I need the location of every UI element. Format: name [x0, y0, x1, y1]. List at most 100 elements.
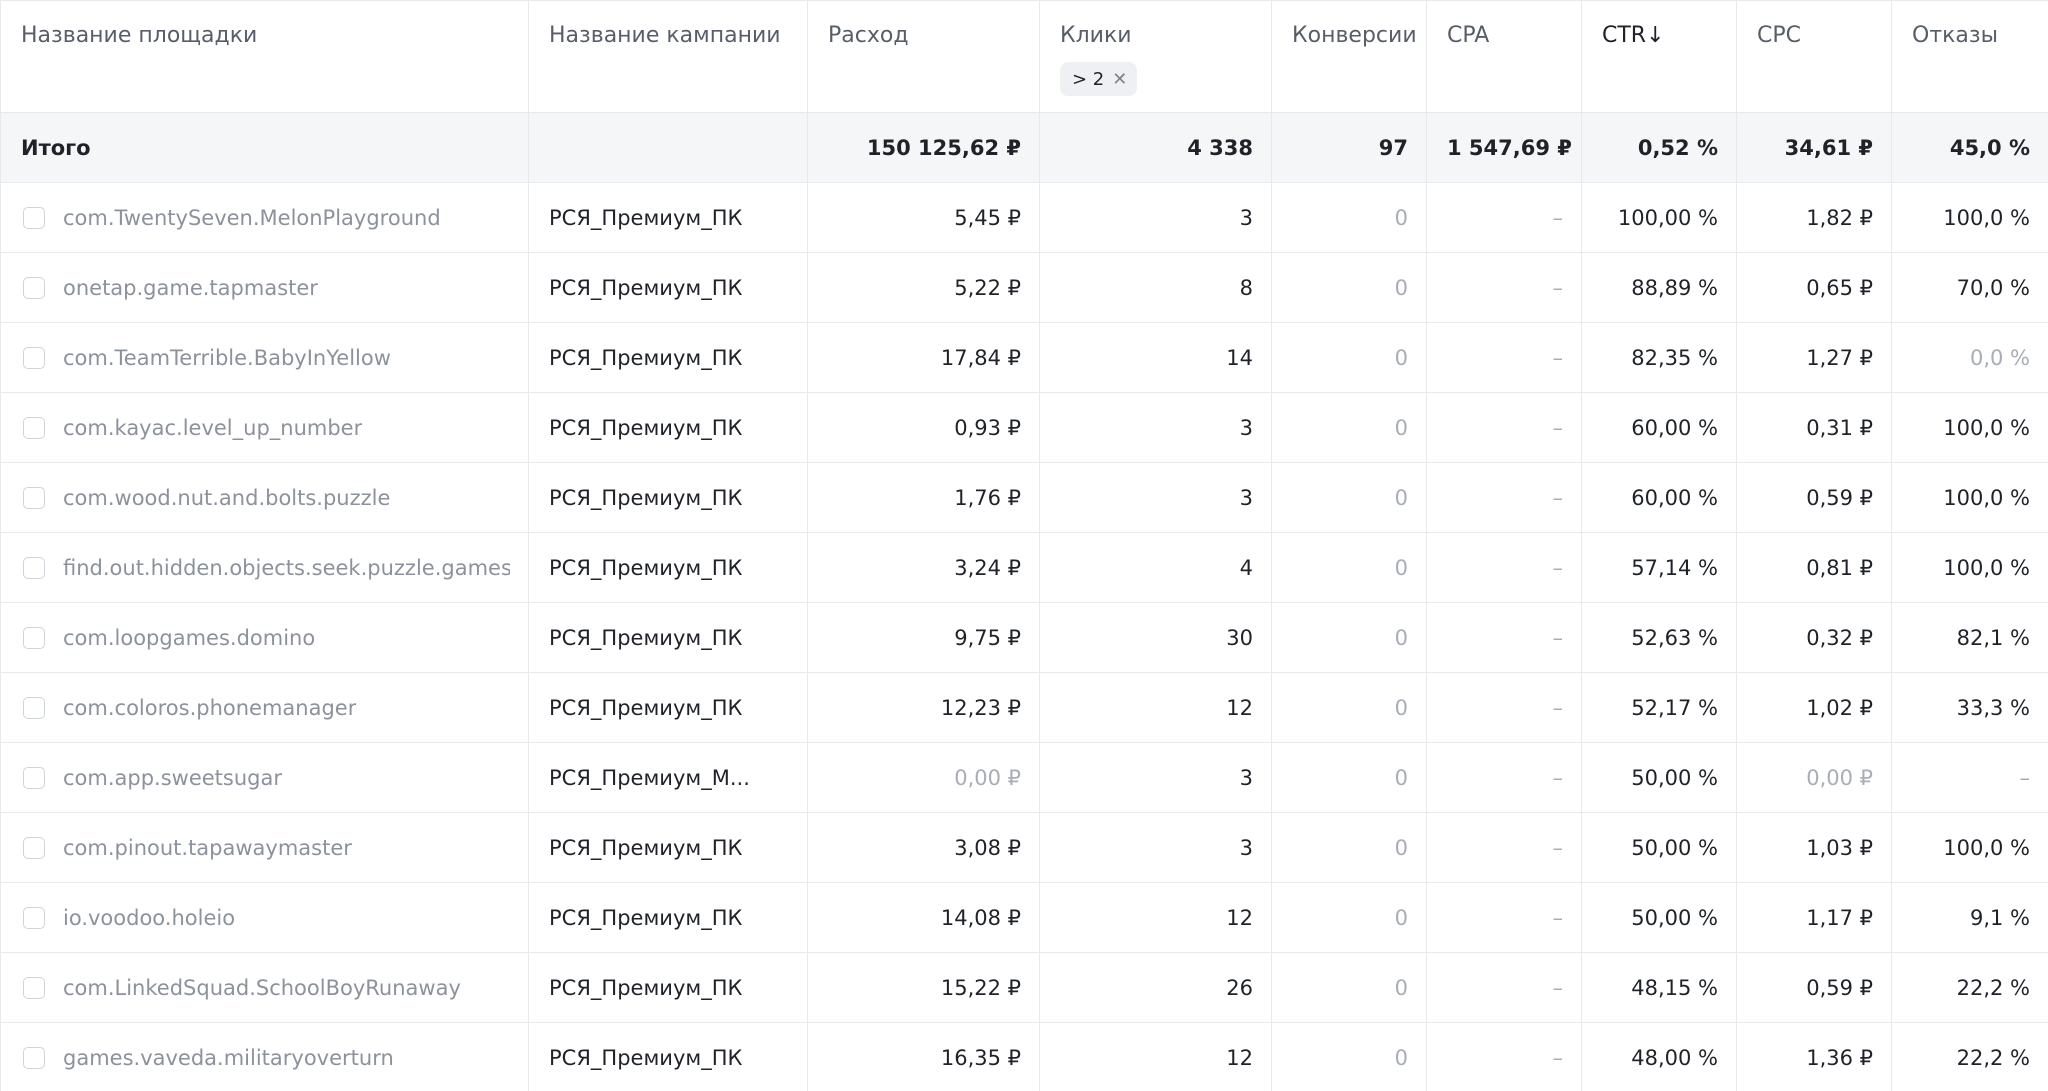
site-name[interactable]: com.kayac.level_up_number: [63, 416, 362, 440]
cpc-cell: 0,59 ₽: [1736, 462, 1892, 533]
bounce-cell: 22,2 %: [1891, 952, 2048, 1023]
cpa-cell: –: [1426, 882, 1582, 953]
site-name[interactable]: com.pinout.tapawaymaster: [63, 836, 352, 860]
conversions-cell: 0: [1271, 392, 1427, 463]
campaign-cell: РСЯ_Премиум_М...: [528, 742, 808, 813]
cost-cell: 12,23 ₽: [807, 672, 1040, 743]
campaign-cell: РСЯ_Премиум_ПК: [528, 952, 808, 1023]
cost-cell: 15,22 ₽: [807, 952, 1040, 1023]
column-header-cpc[interactable]: CPC: [1736, 0, 1892, 113]
row-checkbox[interactable]: [23, 906, 45, 929]
cpa-cell: –: [1426, 1022, 1582, 1091]
column-header-ctr[interactable]: CTR↓: [1581, 0, 1737, 113]
clicks-cell: 3: [1039, 812, 1272, 883]
site-name[interactable]: onetap.game.tapmaster: [63, 276, 318, 300]
site-name[interactable]: games.vaveda.militaryoverturn: [63, 1046, 394, 1070]
column-header-site[interactable]: Название площадки: [0, 0, 529, 113]
cpc-cell: 1,36 ₽: [1736, 1022, 1892, 1091]
site-name[interactable]: com.TwentySeven.MelonPlayground: [63, 206, 441, 230]
row-checkbox[interactable]: [23, 206, 45, 229]
site-name[interactable]: com.coloros.phonemanager: [63, 696, 356, 720]
site-name[interactable]: com.loopgames.domino: [63, 626, 315, 650]
row-checkbox[interactable]: [23, 1046, 45, 1069]
cost-cell: 14,08 ₽: [807, 882, 1040, 953]
table-row[interactable]: com.LinkedSquad.SchoolBoyRunaway РСЯ_Пре…: [0, 952, 2048, 1023]
table-row[interactable]: com.wood.nut.and.bolts.puzzle РСЯ_Премиу…: [0, 462, 2048, 533]
row-checkbox[interactable]: [23, 276, 45, 299]
bounce-cell: 100,0 %: [1891, 462, 2048, 533]
site-name[interactable]: com.LinkedSquad.SchoolBoyRunaway: [63, 976, 461, 1000]
site-cell: games.vaveda.militaryoverturn: [0, 1022, 529, 1091]
clicks-filter-value: > 2: [1072, 68, 1105, 90]
ctr-cell: 52,63 %: [1581, 602, 1737, 673]
bounce-cell: 9,1 %: [1891, 882, 2048, 953]
column-header-bounce[interactable]: Отказы: [1891, 0, 2048, 113]
ctr-cell: 50,00 %: [1581, 812, 1737, 883]
column-header-cpc-label: CPC: [1757, 23, 1801, 48]
campaign-cell: РСЯ_Премиум_ПК: [528, 322, 808, 393]
row-checkbox[interactable]: [23, 696, 45, 719]
column-header-cpa[interactable]: CPA: [1426, 0, 1582, 113]
site-cell: com.kayac.level_up_number: [0, 392, 529, 463]
bounce-cell: 100,0 %: [1891, 532, 2048, 603]
clicks-cell: 3: [1039, 462, 1272, 533]
close-icon[interactable]: ✕: [1112, 69, 1127, 90]
site-name[interactable]: com.wood.nut.and.bolts.puzzle: [63, 486, 390, 510]
row-checkbox[interactable]: [23, 486, 45, 509]
campaign-name: РСЯ_Премиум_ПК: [549, 625, 743, 650]
table-row[interactable]: com.app.sweetsugar РСЯ_Премиум_М... 0,00…: [0, 742, 2048, 813]
bounce-cell: 22,2 %: [1891, 1022, 2048, 1091]
row-checkbox[interactable]: [23, 766, 45, 789]
campaign-name: РСЯ_Премиум_ПК: [549, 415, 743, 440]
cpc-cell: 0,00 ₽: [1736, 742, 1892, 813]
table-row[interactable]: com.loopgames.domino РСЯ_Премиум_ПК 9,75…: [0, 602, 2048, 673]
clicks-cell: 3: [1039, 182, 1272, 253]
column-header-cost[interactable]: Расход: [807, 0, 1040, 113]
site-cell: com.wood.nut.and.bolts.puzzle: [0, 462, 529, 533]
site-name[interactable]: find.out.hidden.objects.seek.puzzle.game…: [63, 556, 510, 580]
table-row[interactable]: io.voodoo.holeio РСЯ_Премиум_ПК 14,08 ₽ …: [0, 882, 2048, 953]
cpc-cell: 0,81 ₽: [1736, 532, 1892, 603]
cost-cell: 9,75 ₽: [807, 602, 1040, 673]
row-checkbox[interactable]: [23, 976, 45, 999]
total-cpa: 1 547,69 ₽: [1426, 112, 1582, 183]
cpc-cell: 1,02 ₽: [1736, 672, 1892, 743]
site-name[interactable]: io.voodoo.holeio: [63, 906, 235, 930]
table-row[interactable]: onetap.game.tapmaster РСЯ_Премиум_ПК 5,2…: [0, 252, 2048, 323]
clicks-filter-chip[interactable]: > 2 ✕: [1060, 62, 1138, 96]
campaign-name: РСЯ_Премиум_ПК: [549, 975, 743, 1000]
row-checkbox[interactable]: [23, 556, 45, 579]
bounce-cell: 100,0 %: [1891, 392, 2048, 463]
table-row[interactable]: com.TeamTerrible.BabyInYellow РСЯ_Премиу…: [0, 322, 2048, 393]
conversions-cell: 0: [1271, 182, 1427, 253]
cpa-cell: –: [1426, 602, 1582, 673]
row-checkbox[interactable]: [23, 416, 45, 439]
row-checkbox[interactable]: [23, 346, 45, 369]
table-row[interactable]: com.TwentySeven.MelonPlayground РСЯ_Прем…: [0, 182, 2048, 253]
site-name[interactable]: com.TeamTerrible.BabyInYellow: [63, 346, 391, 370]
row-checkbox[interactable]: [23, 626, 45, 649]
cpc-cell: 1,82 ₽: [1736, 182, 1892, 253]
ctr-cell: 88,89 %: [1581, 252, 1737, 323]
campaign-cell: РСЯ_Премиум_ПК: [528, 1022, 808, 1091]
column-header-conversions[interactable]: Конверсии: [1271, 0, 1427, 113]
conversions-cell: 0: [1271, 602, 1427, 673]
site-name[interactable]: com.app.sweetsugar: [63, 766, 282, 790]
cost-cell: 16,35 ₽: [807, 1022, 1040, 1091]
cost-cell: 0,00 ₽: [807, 742, 1040, 813]
table-row[interactable]: games.vaveda.militaryoverturn РСЯ_Премиу…: [0, 1022, 2048, 1091]
column-header-campaign[interactable]: Название кампании: [528, 0, 808, 113]
column-header-clicks[interactable]: Клики > 2 ✕: [1039, 0, 1272, 113]
conversions-cell: 0: [1271, 812, 1427, 883]
table-row[interactable]: com.pinout.tapawaymaster РСЯ_Премиум_ПК …: [0, 812, 2048, 883]
table-row[interactable]: find.out.hidden.objects.seek.puzzle.game…: [0, 532, 2048, 603]
cpc-cell: 0,65 ₽: [1736, 252, 1892, 323]
total-ctr: 0,52 %: [1581, 112, 1737, 183]
table-row[interactable]: com.coloros.phonemanager РСЯ_Премиум_ПК …: [0, 672, 2048, 743]
column-header-cpa-label: CPA: [1447, 23, 1490, 48]
cpc-cell: 0,31 ₽: [1736, 392, 1892, 463]
cpc-cell: 1,03 ₽: [1736, 812, 1892, 883]
bounce-cell: 33,3 %: [1891, 672, 2048, 743]
row-checkbox[interactable]: [23, 836, 45, 859]
table-row[interactable]: com.kayac.level_up_number РСЯ_Премиум_ПК…: [0, 392, 2048, 463]
